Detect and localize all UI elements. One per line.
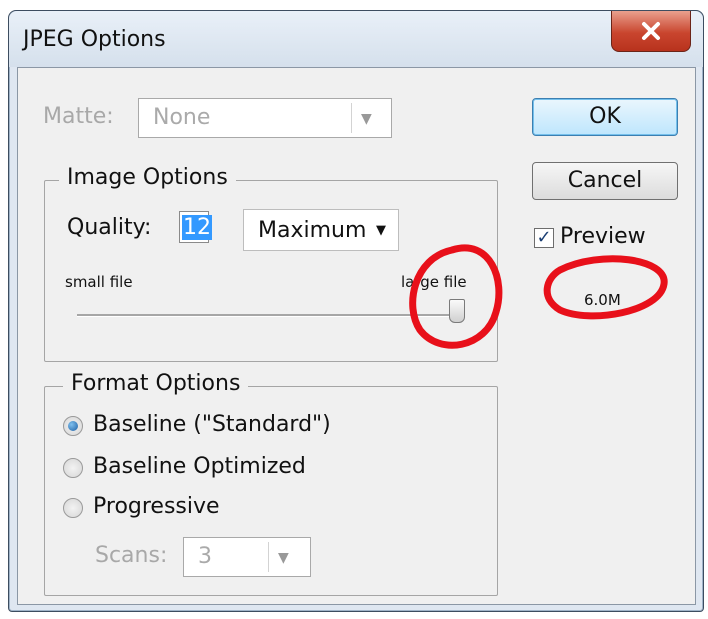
close-button[interactable] [611, 11, 691, 52]
title-bar[interactable]: JPEG Options [9, 11, 703, 67]
quality-preset-dropdown[interactable]: Maximum ▼ [243, 209, 399, 251]
radio-label: Baseline ("Standard") [93, 412, 331, 437]
scans-value: 3 [198, 544, 212, 569]
radio-label: Progressive [93, 494, 220, 519]
cancel-button[interactable]: Cancel [532, 162, 678, 200]
format-options-group: Format Options Baseline ("Standard") Bas… [44, 371, 498, 596]
scans-label: Scans: [95, 543, 168, 568]
radio-button [63, 416, 83, 436]
preview-checkbox[interactable]: ✓ Preview [534, 222, 684, 252]
radio-baseline-standard[interactable]: Baseline ("Standard") [63, 411, 363, 441]
preview-file-size: 6.0M [584, 291, 621, 309]
small-file-label: small file [65, 273, 133, 291]
quality-slider-thumb[interactable] [449, 299, 465, 323]
matte-value: None [153, 105, 211, 130]
quality-label: Quality: [67, 215, 152, 240]
scans-dropdown[interactable]: 3 ▼ [183, 537, 311, 577]
radio-button [63, 498, 83, 518]
ok-button[interactable]: OK [532, 98, 678, 136]
radio-baseline-optimized[interactable]: Baseline Optimized [63, 453, 363, 483]
quality-slider-track[interactable] [77, 314, 457, 317]
quality-value: 12 [182, 215, 212, 240]
chevron-down-icon: ▼ [376, 223, 386, 238]
quality-preset-value: Maximum [258, 218, 367, 243]
window-title: JPEG Options [23, 27, 166, 52]
quality-input[interactable]: 12 [179, 211, 212, 243]
checkmark-icon: ✓ [534, 228, 554, 248]
dialog-window: JPEG Options Matte: None ▼ Image Options… [8, 10, 704, 612]
matte-label: Matte: [43, 104, 114, 129]
dropdown-separator [268, 542, 269, 572]
large-file-label: large file [401, 273, 467, 291]
radio-button [63, 458, 83, 478]
preview-label: Preview [560, 224, 646, 249]
image-options-group: Image Options Quality: 12 Maximum ▼ smal… [44, 165, 498, 362]
radio-progressive[interactable]: Progressive [63, 493, 363, 523]
dialog-content: Matte: None ▼ Image Options Quality: 12 … [17, 67, 696, 605]
close-icon [642, 22, 660, 40]
radio-label: Baseline Optimized [93, 454, 306, 479]
image-options-legend: Image Options [59, 165, 236, 190]
format-options-legend: Format Options [63, 371, 249, 396]
matte-dropdown[interactable]: None ▼ [138, 98, 392, 138]
dropdown-separator [351, 103, 352, 133]
chevron-down-icon: ▼ [278, 550, 289, 566]
chevron-down-icon: ▼ [361, 111, 372, 127]
